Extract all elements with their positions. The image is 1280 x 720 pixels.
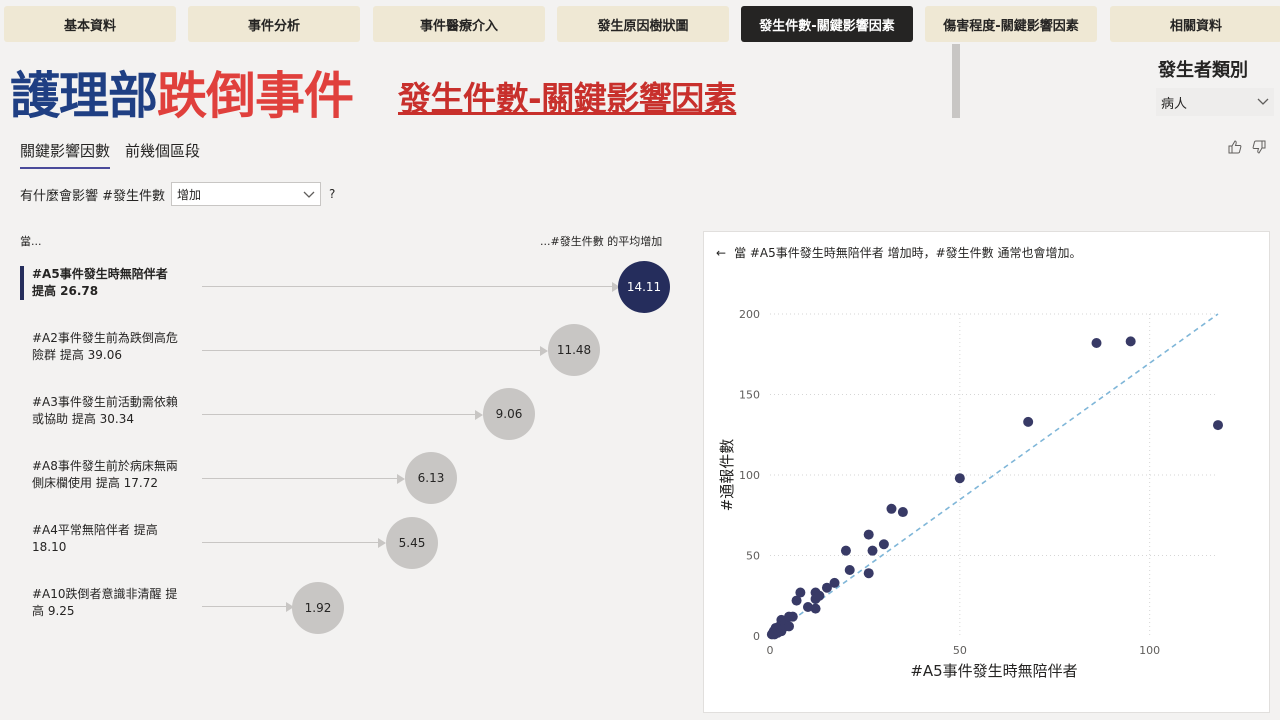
direction-value: 增加 [177,187,202,202]
influencer-label: #A10跌倒者意識非清醒 提高 9.25 [32,587,178,618]
y-tick-label: 50 [746,550,760,563]
scatter-point [840,545,851,556]
scatter-point [1213,420,1223,431]
scatter-point [795,587,806,598]
connector-line [202,350,542,351]
connector-line [202,606,288,607]
arrow-icon [475,410,483,420]
tab-cause-tree[interactable]: 發生原因樹狀圖 [557,6,729,42]
visual-subtabs: 關鍵影響因數 前幾個區段 [20,140,215,169]
question-label: 有什麼會影響 #發生件數 [20,188,166,204]
influence-bubble: 14.11 [618,261,670,313]
thumbs-up-icon[interactable] [1228,140,1242,158]
page-subtitle: 發生件數-關鍵影響因素 [398,79,737,118]
influence-bubble: 11.48 [548,324,600,376]
tab-key-influencers[interactable]: 關鍵影響因數 [20,140,111,169]
x-tick-label: 100 [1139,644,1160,657]
tab-count-key-influencers[interactable]: 發生件數-關鍵影響因素 [741,6,913,42]
page-title: 護理部跌倒事件 發生件數-關鍵影響因素 [10,56,737,125]
title-department: 護理部 [10,67,158,125]
influencer-label: #A2事件發生前為跌倒高危險群 提高 39.06 [32,331,178,362]
scatter-panel: ← 當 #A5事件發生時無陪伴者 增加時，#發生件數 通常也會增加。 0 50 100… [703,231,1270,713]
influence-bubble: 9.06 [483,388,535,440]
y-tick-label: 0 [753,630,760,643]
thumbs-down-icon[interactable] [1252,140,1266,158]
title-event: 跌倒事件 [157,67,354,125]
tab-injury-key-influencers[interactable]: 傷害程度-關鍵影響因素 [925,6,1097,42]
slicer-title: 發生者類別 [1158,60,1248,81]
scatter-point [810,603,821,614]
connector-line [202,286,614,287]
connector-line [202,478,399,479]
scatter-point [863,568,874,579]
influencer-item[interactable]: #A8事件發生前於病床無兩側床欄使用 提高 17.72 6.13 [20,452,680,504]
tab-event-analysis[interactable]: 事件分析 [188,6,360,42]
chevron-down-icon [1257,98,1269,105]
tab-basic-info[interactable]: 基本資料 [4,6,176,42]
influence-bubble: 6.13 [405,452,457,504]
influencer-item[interactable]: #A4平常無陪伴者 提高 18.10 5.45 [20,517,680,569]
scatter-point [1023,416,1034,427]
scatter-point [814,590,825,601]
influence-question: 有什麼會影響 #發生件數 增加 ? [20,182,335,206]
slicer-value: 病人 [1161,96,1188,112]
influencer-item[interactable]: #A5事件發生時無陪伴者 提高 26.78 14.11 [20,261,680,313]
arrow-icon [378,538,386,548]
x-tick-label: 50 [953,644,967,657]
y-tick-label: 200 [739,308,760,321]
connector-line [202,542,380,543]
tab-top-segments[interactable]: 前幾個區段 [125,140,200,169]
help-icon[interactable]: ? [329,187,335,201]
scatter-point [829,577,840,588]
influencer-item[interactable]: #A10跌倒者意識非清醒 提高 9.25 1.92 [20,582,680,634]
report-tabs: 基本資料 事件分析 事件醫療介入 發生原因樹狀圖 發生件數-關鍵影響因素 傷害程… [0,6,1280,42]
chevron-down-icon [303,191,315,198]
y-tick-label: 100 [739,469,760,482]
scatter-point [1091,337,1102,348]
scatter-point [844,564,855,575]
column-header-when: 當... [20,235,42,248]
tab-medical-intervention[interactable]: 事件醫療介入 [373,6,545,42]
influencer-label: #A5事件發生時無陪伴者 提高 26.78 [32,267,168,298]
scatter-point [787,611,798,622]
y-tick-label: 150 [739,389,760,402]
influencer-item[interactable]: #A2事件發生前為跌倒高危險群 提高 39.06 11.48 [20,324,680,376]
arrow-icon [540,346,548,356]
x-tick-label: 0 [767,644,774,657]
scatter-point [867,545,878,556]
influencer-label: #A4平常無陪伴者 提高 18.10 [32,523,158,554]
scatter-point [863,529,874,540]
influencer-item[interactable]: #A3事件發生前活動需依賴或協助 提高 30.34 9.06 [20,388,680,440]
y-axis-label: #通報件數 [718,439,736,512]
scatter-chart: 0 50 100 150 200 0 50 100 #A5事件發生時無陪伴者 #通報件數 [718,308,1223,680]
direction-dropdown[interactable]: 增加 [171,182,322,206]
scatter-point [886,503,897,514]
selected-indicator [20,266,24,300]
tab-related-info[interactable]: 相關資料 [1110,6,1280,42]
title-divider [952,44,960,118]
connector-line [202,414,477,415]
arrow-icon [397,474,405,484]
column-header-avg-increase: ...#發生件數 的平均增加 [540,235,663,248]
scatter-point [1125,336,1136,347]
influencer-label: #A3事件發生前活動需依賴或協助 提高 30.34 [32,395,178,426]
scatter-point [897,507,908,518]
slicer-dropdown[interactable]: 病人 [1156,88,1274,116]
influence-bubble: 5.45 [386,517,438,569]
scatter-point [878,539,889,550]
scatter-point [954,473,965,484]
influence-bubble: 1.92 [292,582,344,634]
influencer-label: #A8事件發生前於病床無兩側床欄使用 提高 17.72 [32,459,178,490]
scatter-point [783,621,794,632]
x-axis-label: #A5事件發生時無陪伴者 [910,662,1077,680]
